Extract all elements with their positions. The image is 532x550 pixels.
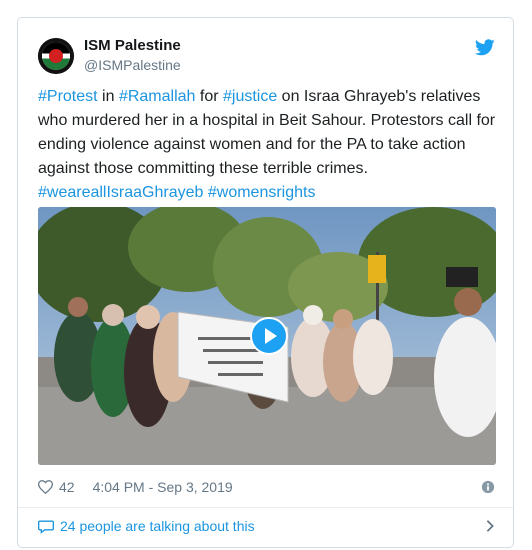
hashtag-ramallah[interactable]: #Ramallah [119,88,195,105]
tweet-meta: 42 4:04 PM - Sep 3, 2019 [38,476,495,498]
text-segment: for [195,88,223,105]
like-count[interactable]: 42 [59,479,75,495]
account-handle[interactable]: @ISMPalestine [84,57,181,73]
play-icon[interactable] [250,317,288,355]
heart-icon[interactable] [38,480,53,494]
hashtag-justice[interactable]: #justice [223,88,277,105]
text-segment: in [97,88,119,105]
account-name[interactable]: ISM Palestine [84,37,181,54]
video-thumbnail[interactable] [38,207,496,465]
hashtag-protest[interactable]: #Protest [38,88,98,105]
hashtag-womensrights[interactable]: #womensrights [208,184,316,201]
hashtag-weareallisraaghrayeb[interactable]: #weareallIsraaGhrayeb [38,184,203,201]
tweet-text: #Protest in #Ramallah for #justice on Is… [38,85,500,205]
timestamp[interactable]: 4:04 PM - Sep 3, 2019 [93,479,233,495]
divider [18,507,513,508]
avatar[interactable] [38,38,74,74]
conversation-link[interactable]: 24 people are talking about this [38,515,495,537]
speech-bubble-icon [38,519,54,534]
tweet-card[interactable]: ISM Palestine @ISMPalestine #Protest in … [17,17,514,548]
chevron-right-icon[interactable] [485,519,495,533]
twitter-bird-icon[interactable] [474,39,495,61]
info-icon[interactable] [481,480,495,494]
flag-logo-icon [38,38,74,74]
talking-count-label[interactable]: 24 people are talking about this [60,518,255,534]
